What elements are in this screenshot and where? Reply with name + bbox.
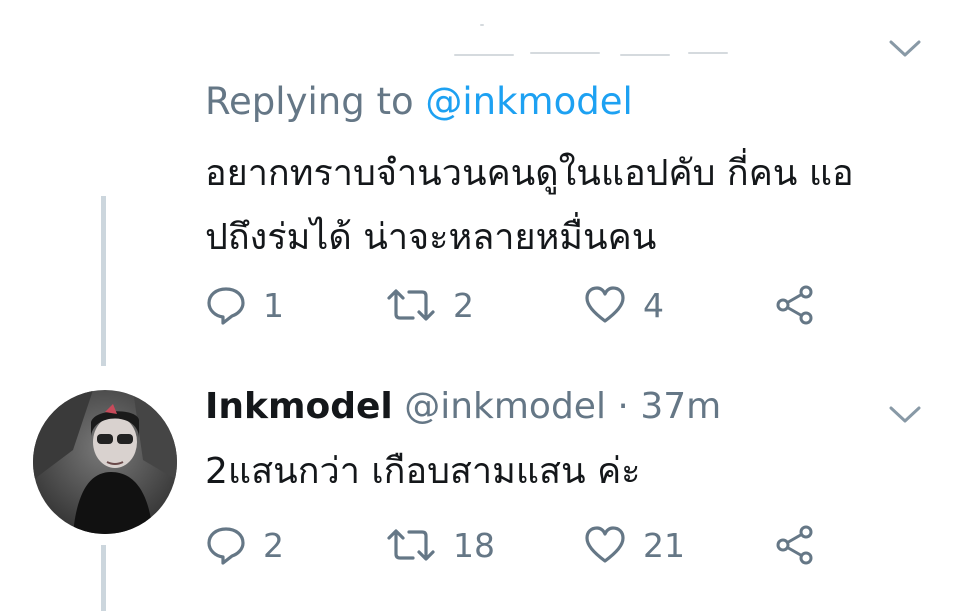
reply-tweet-text: 2แสนกว่า เกือบสามแสน ค่ะ xyxy=(205,451,641,492)
reply-tweet-header: Inkmodel @inkmodel · 37m xyxy=(205,386,721,427)
reply-button[interactable]: 2 xyxy=(205,522,284,568)
meta-separator: · xyxy=(617,386,629,427)
tweet-timestamp[interactable]: 37m xyxy=(640,386,721,427)
reply-count: 1 xyxy=(263,285,284,325)
retweet-count: 18 xyxy=(453,525,495,565)
thread-connector-line xyxy=(101,545,106,611)
share-icon xyxy=(773,524,817,566)
share-button[interactable] xyxy=(773,282,817,328)
cropped-header-fragment xyxy=(420,14,780,70)
parent-tweet-text-line-2: ปถึงร่มได้ น่าจะหลายหมื่นคน xyxy=(205,217,657,258)
replying-to-line: Replying to @inkmodel xyxy=(205,80,633,123)
thread-connector-line xyxy=(101,196,106,366)
replying-to-handle-link[interactable]: @inkmodel xyxy=(425,80,632,123)
comment-bubble-icon xyxy=(205,284,247,326)
like-button[interactable]: 4 xyxy=(583,282,664,328)
chevron-down-icon[interactable] xyxy=(888,404,922,426)
heart-icon xyxy=(583,524,627,566)
retweet-count: 2 xyxy=(453,285,474,325)
user-avatar[interactable] xyxy=(33,390,177,534)
comment-bubble-icon xyxy=(205,524,247,566)
retweet-icon xyxy=(385,524,437,566)
display-name[interactable]: Inkmodel xyxy=(205,386,393,427)
tweet-thread: Replying to @inkmodel อยากทราบจำนวนคนดูใ… xyxy=(0,0,960,611)
share-button[interactable] xyxy=(773,522,817,568)
share-icon xyxy=(773,284,817,326)
reply-count: 2 xyxy=(263,525,284,565)
parent-tweet-text: อยากทราบจำนวนคนดูในแอปคับ กี่คน แอ ปถึงร… xyxy=(205,142,854,270)
parent-tweet-actions: 1 2 4 xyxy=(205,282,845,328)
reply-button[interactable]: 1 xyxy=(205,282,284,328)
user-handle[interactable]: @inkmodel xyxy=(404,386,606,427)
chevron-down-icon[interactable] xyxy=(888,38,922,60)
replying-to-label: Replying to xyxy=(205,80,414,123)
like-count: 21 xyxy=(643,525,685,565)
retweet-icon xyxy=(385,284,437,326)
reply-tweet-actions: 2 18 21 xyxy=(205,522,845,568)
retweet-button[interactable]: 2 xyxy=(385,282,474,328)
like-count: 4 xyxy=(643,285,664,325)
like-button[interactable]: 21 xyxy=(583,522,685,568)
heart-icon xyxy=(583,284,627,326)
parent-tweet-text-line-1: อยากทราบจำนวนคนดูในแอปคับ กี่คน แอ xyxy=(205,153,854,194)
retweet-button[interactable]: 18 xyxy=(385,522,495,568)
